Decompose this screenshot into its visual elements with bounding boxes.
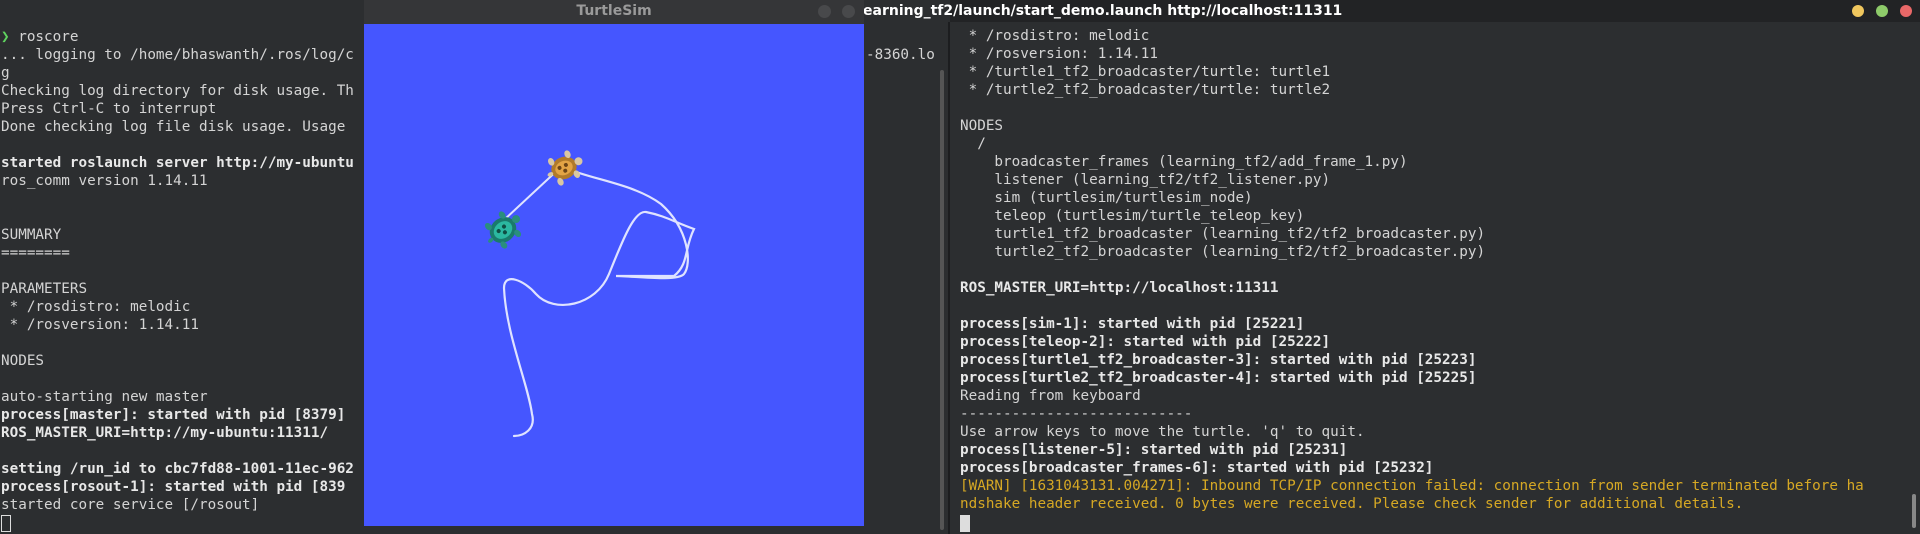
right-terminal-line: turtle1_tf2_broadcaster (learning_tf2/tf…: [960, 226, 1486, 242]
turtlesim-close-button[interactable]: [842, 5, 855, 18]
right-terminal-line: * /rosdistro: melodic: [960, 28, 1150, 44]
right-terminal-line: /: [960, 136, 986, 152]
right-terminal-line: * /turtle1_tf2_broadcaster/turtle: turtl…: [960, 64, 1331, 80]
left-terminal-cursor[interactable]: [1, 514, 11, 532]
left-terminal-line: ROS_MASTER_URI=http://my-ubuntu:11311/: [1, 425, 329, 441]
left-terminal-line: ... logging to /home/bhaswanth/.ros/log/…: [1, 47, 354, 63]
left-terminal-line: g: [1, 65, 10, 81]
left-terminal-line: [1, 208, 354, 226]
left-terminal-line: auto-starting new master: [1, 389, 208, 405]
left-terminal-line: [1, 262, 354, 280]
left-terminal-line: Checking log directory for disk usage. T…: [1, 83, 354, 99]
left-terminal-line: started roslaunch server http://my-ubunt…: [1, 155, 354, 171]
turtle-trail: [502, 166, 696, 438]
turtlesim-drawing: [484, 150, 696, 438]
left-terminal-output: ❯ roscore... logging to /home/bhaswanth/…: [1, 28, 354, 514]
right-terminal-line: process[teleop-2]: started with pid [252…: [960, 334, 1331, 350]
right-terminal-line: ROS_MASTER_URI=http://localhost:11311: [960, 280, 1279, 296]
right-terminal-scrollbar[interactable]: [1912, 494, 1916, 528]
left-terminal-line: [1, 136, 354, 154]
left-terminal-line: * /rosdistro: melodic: [1, 299, 191, 315]
turtle1-icon: [547, 150, 583, 186]
left-terminal-line: [1, 334, 354, 352]
turtlesim-canvas[interactable]: [364, 24, 864, 526]
terminal-window-title: earning_tf2/launch/start_demo.launch htt…: [863, 3, 1343, 19]
turtle2-icon: [484, 211, 522, 249]
command-text: roscore: [18, 29, 79, 45]
left-terminal-line: [1, 370, 354, 388]
left-terminal-line: PARAMETERS: [1, 281, 88, 297]
left-terminal-line: ❯ roscore: [1, 28, 354, 46]
left-terminal-line: Press Ctrl-C to interrupt: [1, 101, 217, 117]
left-terminal-line: ========: [1, 245, 70, 261]
left-terminal-line: SUMMARY: [1, 227, 62, 243]
right-terminal-line: NODES: [960, 118, 1004, 134]
left-terminal-line: [1, 442, 354, 460]
right-terminal[interactable]: * /rosdistro: melodic * /rosversion: 1.1…: [950, 0, 1920, 534]
left-terminal-line: [1, 190, 354, 208]
right-terminal-line: process[broadcaster_frames-6]: started w…: [960, 460, 1434, 476]
right-terminal-cursor[interactable]: [960, 514, 970, 532]
left-terminal-line: process[rosout-1]: started with pid [839: [1, 479, 346, 495]
left-terminal-line: NODES: [1, 353, 45, 369]
right-terminal-line: teleop (turtlesim/turtle_teleop_key): [960, 208, 1305, 224]
close-button[interactable]: [1900, 5, 1912, 17]
left-terminal-line: * /rosversion: 1.14.11: [1, 317, 199, 333]
minimize-button[interactable]: [1852, 5, 1864, 17]
right-terminal-output: * /rosdistro: melodic * /rosversion: 1.1…: [960, 27, 1864, 513]
turtlesim-window[interactable]: TurtleSim: [364, 0, 864, 526]
left-terminal-line: process[master]: started with pid [8379]: [1, 407, 346, 423]
prompt-icon: ❯: [1, 29, 19, 45]
left-terminal-line: Done checking log file disk usage. Usage: [1, 119, 346, 135]
turtlesim-titlebar[interactable]: TurtleSim: [364, 0, 864, 24]
right-terminal-line: [960, 99, 1864, 117]
right-terminal-line: broadcaster_frames (learning_tf2/add_fra…: [960, 154, 1408, 170]
left-terminal-overflow-text: -8360.lo: [866, 47, 935, 63]
right-terminal-line: ---------------------------: [960, 406, 1193, 422]
right-terminal-line: sim (turtlesim/turtlesim_node): [960, 190, 1253, 206]
right-terminal-line: ndshake header received. 0 bytes were re…: [960, 496, 1744, 512]
right-terminal-line: * /turtle2_tf2_broadcaster/turtle: turtl…: [960, 82, 1331, 98]
right-terminal-line: Use arrow keys to move the turtle. 'q' t…: [960, 424, 1365, 440]
right-terminal-line: * /rosversion: 1.14.11: [960, 46, 1158, 62]
right-terminal-line: turtle2_tf2_broadcaster (learning_tf2/tf…: [960, 244, 1486, 260]
terminal-titlebar[interactable]: earning_tf2/launch/start_demo.launch htt…: [863, 0, 1920, 22]
right-terminal-line: [WARN] [1631043131.004271]: Inbound TCP/…: [960, 478, 1864, 494]
maximize-button[interactable]: [1876, 5, 1888, 17]
left-terminal-scrollbar[interactable]: [940, 70, 944, 530]
turtlesim-minimize-button[interactable]: [818, 5, 831, 18]
right-terminal-line: listener (learning_tf2/tf2_listener.py): [960, 172, 1331, 188]
right-terminal-line: [960, 261, 1864, 279]
right-terminal-line: [960, 297, 1864, 315]
right-terminal-line: process[sim-1]: started with pid [25221]: [960, 316, 1305, 332]
left-terminal-line: ros_comm version 1.14.11: [1, 173, 208, 189]
right-terminal-line: Reading from keyboard: [960, 388, 1141, 404]
right-terminal-line: process[turtle1_tf2_broadcaster-3]: star…: [960, 352, 1477, 368]
right-terminal-line: process[listener-5]: started with pid [2…: [960, 442, 1348, 458]
left-terminal-line: setting /run_id to cbc7fd88-1001-11ec-96…: [1, 461, 354, 477]
left-terminal-line: started core service [/rosout]: [1, 497, 260, 513]
turtlesim-title: TurtleSim: [576, 3, 652, 19]
right-terminal-line: process[turtle2_tf2_broadcaster-4]: star…: [960, 370, 1477, 386]
